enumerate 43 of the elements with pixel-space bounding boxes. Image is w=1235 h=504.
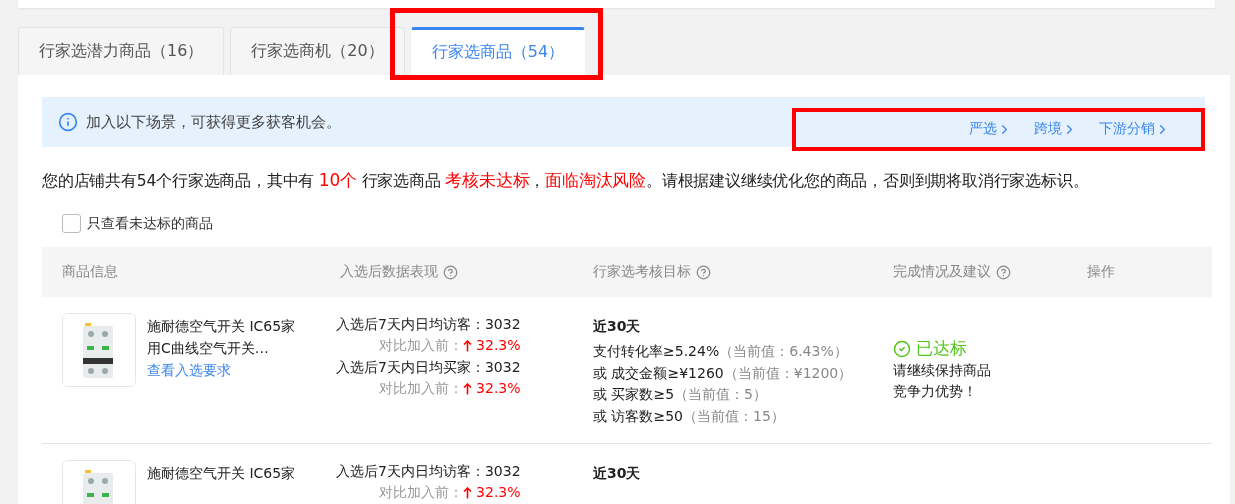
notice-text: 加入以下场景，可获得更多获客机会。 — [86, 112, 341, 132]
help-icon[interactable] — [996, 264, 1011, 280]
goal-condition: 或 成交金额≥¥1260（当前值：¥1200） — [593, 363, 854, 383]
arrow-up-icon — [463, 486, 473, 499]
change-value: 32.3% — [476, 336, 521, 355]
scene-link[interactable]: 跨境 — [1034, 120, 1077, 138]
period-label: 近30天 — [593, 317, 642, 336]
tab[interactable]: 行家选商品（54） — [410, 27, 586, 75]
column-header: 操作 — [1087, 263, 1115, 281]
compare-label: 对比加入前： — [379, 336, 464, 355]
column-header: 完成情况及建议 — [893, 263, 991, 281]
checkbox[interactable] — [62, 214, 81, 233]
column-header: 商品信息 — [62, 263, 118, 281]
change-value: 32.3% — [476, 379, 521, 398]
product-name: 施耐德空气开关 IC65家用C曲线空气开关… — [147, 317, 297, 358]
status-label: 已达标 — [916, 337, 967, 360]
tab[interactable]: 行家选商机（20） — [230, 27, 405, 75]
info-icon — [58, 112, 78, 132]
period-label: 近30天 — [593, 464, 642, 483]
scene-link[interactable]: 下游分销 — [1099, 120, 1170, 138]
arrow-up-icon — [463, 339, 473, 352]
goal-condition: 支付转化率≥5.24%（当前值：6.43%） — [593, 342, 849, 361]
metric-text: 入选后7天内日均访客：3032 — [336, 315, 521, 334]
product-name: 施耐德空气开关 IC65家 — [147, 464, 297, 483]
checkbox-label: 只查看未达标的商品 — [87, 214, 213, 233]
help-icon[interactable] — [443, 264, 458, 280]
arrow-up-icon — [463, 382, 473, 395]
goal-condition: 或 买家数≥5（当前值：5） — [593, 385, 768, 404]
advice-text: 请继续保持商品竞争力优势！ — [893, 361, 992, 401]
summary-text: 您的店铺共有54个行家选商品，其中有 10个 行家选商品 考核未达标，面临淘汰风险。请根据建议继续优化您的商品，否则到期将取消行家选标识。 — [42, 169, 1090, 192]
metric-text: 入选后7天内日均访客：3032 — [336, 462, 521, 481]
change-value: 32.3% — [476, 483, 521, 502]
tab[interactable]: 行家选潜力商品（16） — [18, 27, 225, 75]
requirements-link[interactable]: 查看入选要求 — [147, 359, 303, 381]
goal-condition: 或 访客数≥50（当前值：15） — [593, 406, 786, 426]
compare-label: 对比加入前： — [379, 379, 464, 398]
scene-link[interactable]: 严选 — [969, 120, 1012, 138]
compare-label: 对比加入前： — [379, 483, 464, 502]
metric-text: 入选后7天内日均买家：3032 — [336, 358, 521, 377]
column-header: 行家选考核目标 — [593, 263, 691, 281]
check-icon — [893, 339, 911, 358]
help-icon[interactable] — [696, 264, 711, 280]
column-header: 入选后数据表现 — [340, 263, 438, 281]
